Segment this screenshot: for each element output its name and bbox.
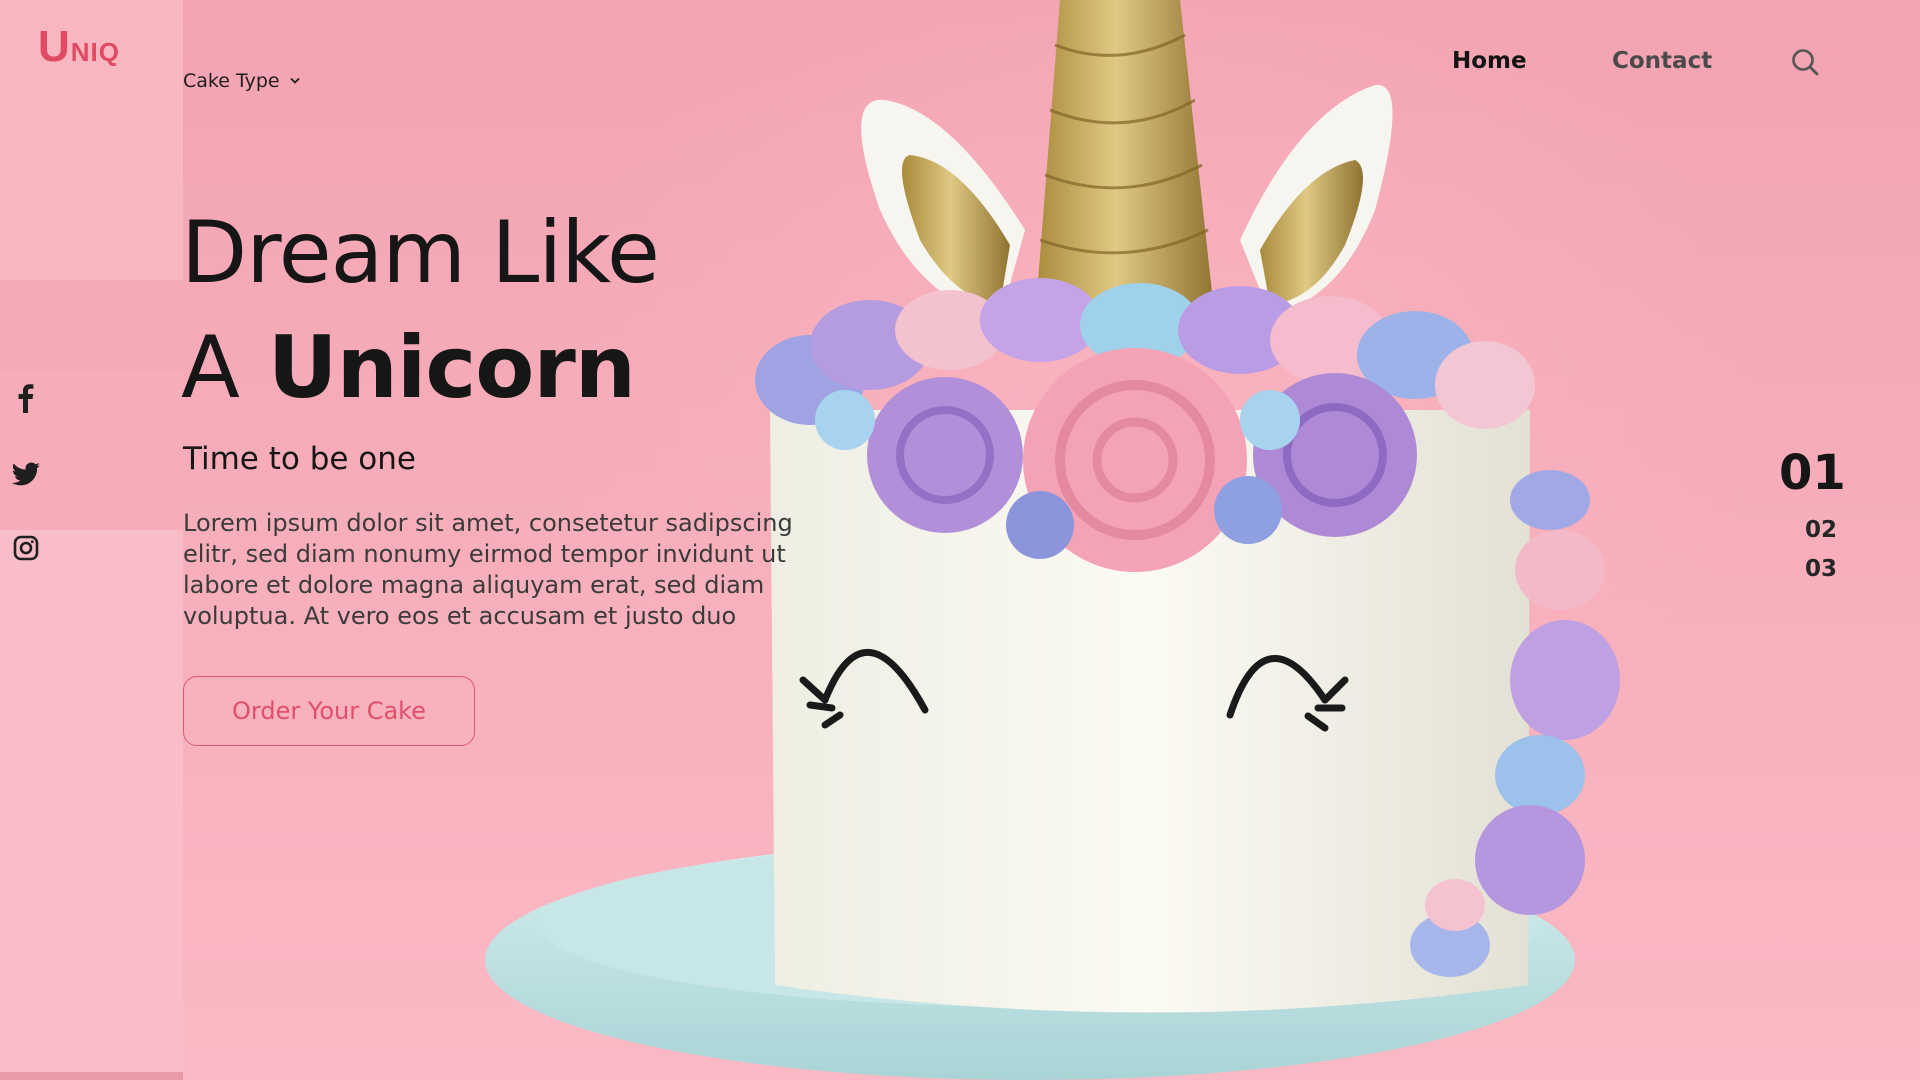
slide-indicator-item[interactable]: 02 [1805,517,1837,543]
search-icon[interactable] [1790,47,1820,77]
order-cake-button[interactable]: Order Your Cake [183,676,475,746]
slide-indicator-current[interactable]: 01 [1779,445,1846,501]
nav-contact-link[interactable]: Contact [1612,48,1712,74]
hero-title-line2-regular: A [181,318,240,418]
cake-type-label: Cake Type [183,70,280,92]
chevron-down-icon [290,78,300,84]
rail-segment-mid [0,280,183,370]
logo-rest: NIQ [70,37,121,67]
logo-initial: U [38,22,71,71]
hero-title: Dream Like A Unicorn [181,196,660,426]
hero-title-line2-bold: Unicorn [267,318,636,418]
rail-segment-bottom [0,530,183,1072]
rail-segment-foot [0,1072,183,1080]
brand-logo[interactable]: UNIQ [38,22,120,72]
slide-indicator-item[interactable]: 03 [1805,556,1837,582]
nav-home-link[interactable]: Home [1452,48,1527,74]
cake-type-dropdown[interactable]: Cake Type [183,70,300,92]
hero-body-text: Lorem ipsum dolor sit amet, consetetur s… [183,509,793,630]
hero-title-line1: Dream Like [181,203,660,303]
twitter-icon[interactable] [10,458,42,490]
hero-subtitle: Time to be one [183,441,416,477]
facebook-icon[interactable] [10,382,42,414]
instagram-icon[interactable] [10,532,42,564]
